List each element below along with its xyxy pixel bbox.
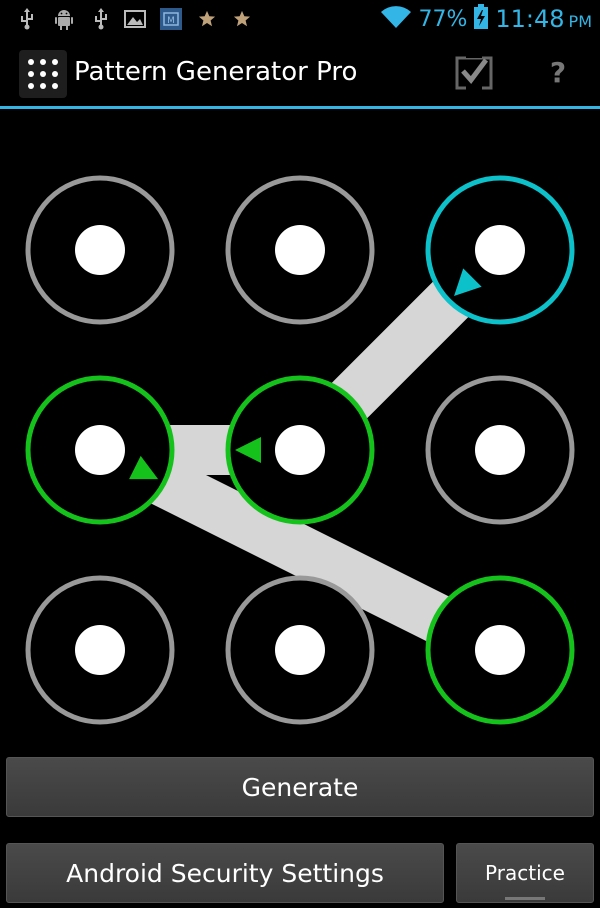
- status-indicators: 77% 11:48 PM: [380, 0, 592, 38]
- checkbox-checked-icon[interactable]: [450, 48, 498, 96]
- status-bar: M 77% 11:48 PM: [0, 0, 600, 38]
- calendar-icon: M: [158, 0, 184, 38]
- app-icon[interactable]: [19, 50, 67, 98]
- pattern-dot: [225, 175, 375, 325]
- pattern-dot: [425, 375, 575, 525]
- help-icon[interactable]: ?: [536, 48, 580, 96]
- battery-percentage: 77%: [418, 6, 468, 32]
- pattern-dot-center: [475, 425, 525, 475]
- pattern-dot: [25, 375, 175, 525]
- pattern-dot-center: [75, 625, 125, 675]
- usb-icon: [14, 0, 40, 38]
- pattern-dot: [425, 575, 575, 725]
- pattern-dot: [25, 175, 175, 325]
- battery-charging-icon: [473, 4, 489, 34]
- pattern-dot-center: [75, 225, 125, 275]
- pattern-dot-center: [475, 225, 525, 275]
- pattern-grid[interactable]: [0, 109, 600, 749]
- clock-time: 11:48: [495, 5, 565, 33]
- pattern-dot-center: [75, 425, 125, 475]
- practice-button-underline: [505, 897, 545, 900]
- pattern-dot-center: [275, 425, 325, 475]
- clock-ampm: PM: [568, 12, 592, 31]
- pattern-dot-center: [475, 625, 525, 675]
- pattern-dot: [425, 175, 575, 325]
- generate-button[interactable]: Generate: [6, 757, 594, 817]
- pattern-canvas[interactable]: [0, 109, 600, 749]
- gallery-icon: [122, 0, 148, 38]
- practice-button[interactable]: Practice: [456, 843, 594, 903]
- pattern-dot: [225, 575, 375, 725]
- pattern-dots: [25, 175, 575, 725]
- star-icon: [195, 0, 219, 38]
- action-bar: Pattern Generator Pro ?: [0, 38, 600, 106]
- app-title: Pattern Generator Pro: [74, 57, 358, 87]
- pattern-dot-center: [275, 625, 325, 675]
- star-icon: [230, 0, 254, 38]
- clock: 11:48 PM: [495, 5, 592, 33]
- android-security-settings-button[interactable]: Android Security Settings: [6, 843, 444, 903]
- pattern-dot-center: [275, 225, 325, 275]
- wifi-icon: [380, 5, 412, 33]
- svg-text:M: M: [167, 16, 175, 26]
- usb-icon: [88, 0, 114, 38]
- pattern-dot: [25, 575, 175, 725]
- android-debug-icon: [50, 0, 78, 38]
